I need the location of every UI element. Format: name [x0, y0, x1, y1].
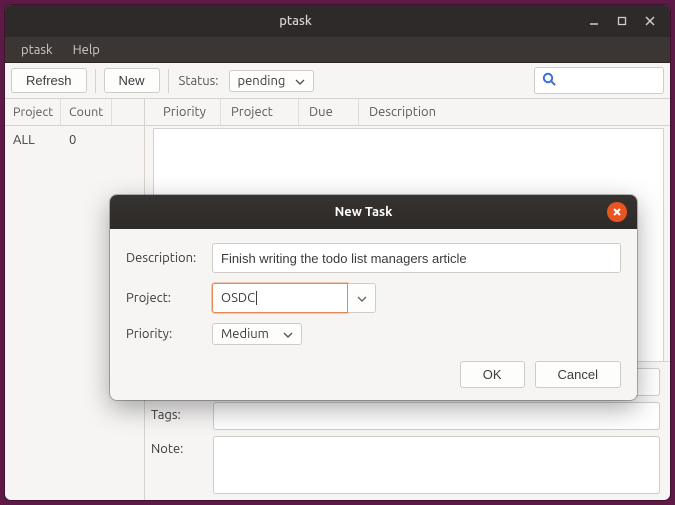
project-label: Project: — [126, 291, 212, 305]
priority-value: Medium — [221, 327, 269, 341]
dialog-close-button[interactable] — [607, 202, 627, 222]
detail-note-textarea[interactable] — [213, 436, 660, 494]
project-input[interactable]: OSDC — [212, 283, 348, 313]
description-label: Description: — [126, 251, 212, 265]
refresh-button[interactable]: Refresh — [11, 68, 87, 93]
sidebar-row-project: ALL — [13, 133, 69, 147]
sidebar-row[interactable]: ALL 0 — [5, 130, 144, 150]
detail-tags-label: Tags: — [151, 402, 213, 422]
toolbar: Refresh New Status: pending — [5, 63, 670, 99]
menu-help[interactable]: Help — [63, 40, 110, 60]
col-due[interactable]: Due — [299, 99, 359, 125]
project-dropdown-button[interactable] — [348, 283, 376, 313]
chevron-down-icon — [357, 291, 367, 305]
priority-dropdown[interactable]: Medium — [212, 323, 302, 345]
chevron-down-icon — [295, 74, 305, 88]
window-title: ptask — [15, 14, 576, 28]
status-label: Status: — [177, 74, 223, 88]
col-description[interactable]: Description — [359, 99, 670, 125]
close-button[interactable] — [640, 11, 660, 31]
menu-ptask[interactable]: ptask — [11, 40, 63, 60]
status-value: pending — [238, 74, 286, 88]
dialog-title: New Task — [120, 205, 607, 219]
maximize-button[interactable] — [612, 11, 632, 31]
search-icon — [541, 71, 557, 90]
chevron-down-icon — [283, 327, 293, 341]
description-input[interactable] — [212, 243, 621, 273]
sidebar-row-count: 0 — [69, 133, 76, 147]
titlebar: ptask — [5, 5, 670, 37]
toolbar-separator — [168, 69, 169, 93]
minimize-button[interactable] — [584, 11, 604, 31]
new-task-dialog: New Task Description: Project: OSDC — [110, 195, 637, 400]
dialog-titlebar: New Task — [110, 195, 637, 229]
new-button[interactable]: New — [104, 68, 160, 93]
cancel-button[interactable]: Cancel — [535, 361, 621, 388]
detail-note-label: Note: — [151, 436, 213, 456]
ok-button[interactable]: OK — [460, 361, 525, 388]
toolbar-separator — [95, 69, 96, 93]
sidebar-col-project[interactable]: Project — [5, 99, 61, 125]
col-priority[interactable]: Priority — [153, 99, 221, 125]
col-project[interactable]: Project — [221, 99, 299, 125]
search-input[interactable] — [534, 67, 664, 94]
menubar: ptask Help — [5, 37, 670, 63]
sidebar-col-count[interactable]: Count — [61, 99, 112, 125]
status-dropdown[interactable]: pending — [229, 70, 315, 92]
detail-tags-input[interactable] — [213, 402, 660, 430]
task-table-header: Priority Project Due Description — [145, 99, 670, 126]
priority-label: Priority: — [126, 327, 212, 341]
